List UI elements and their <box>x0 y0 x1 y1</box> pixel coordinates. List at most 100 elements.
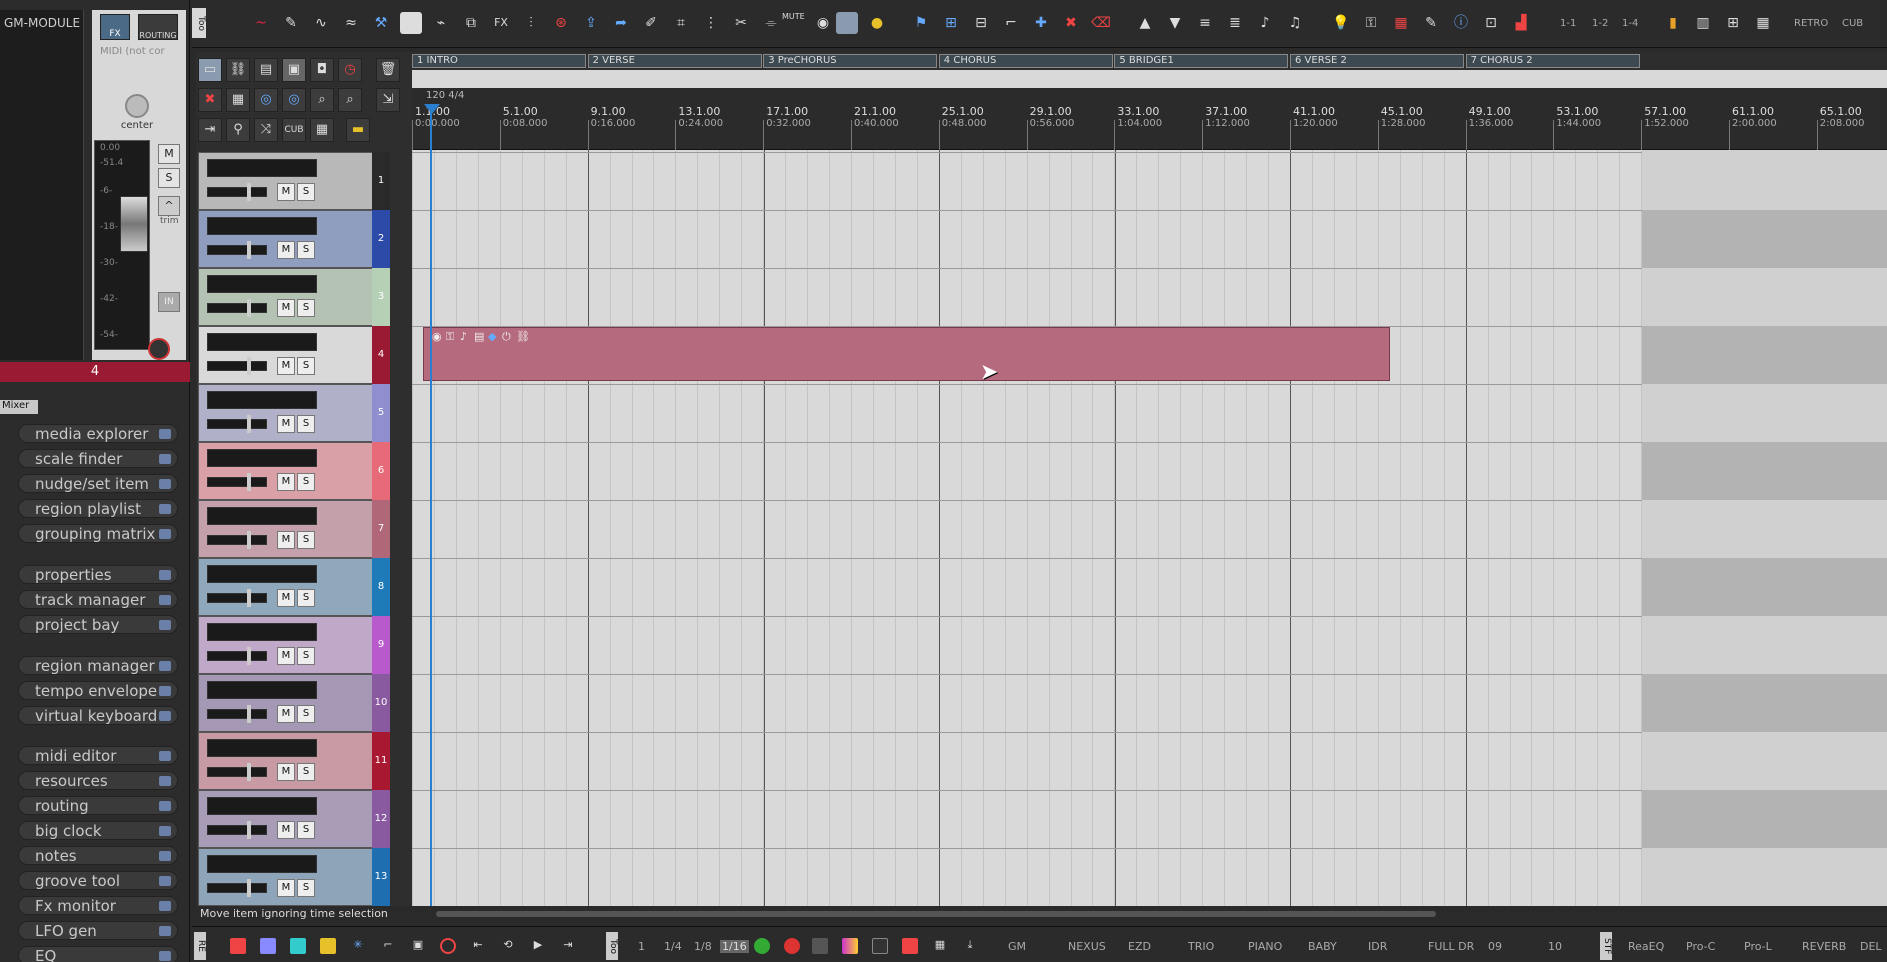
track-header[interactable]: MS <box>198 848 390 906</box>
track-volume-slider[interactable] <box>207 303 267 313</box>
curve-icon[interactable]: ⌐ <box>380 938 396 954</box>
yellow-square-icon[interactable] <box>320 938 336 954</box>
track-solo-button[interactable]: S <box>297 183 315 201</box>
plugin-button[interactable]: DEL <box>1860 940 1882 953</box>
track-mute-button[interactable]: M <box>277 705 295 723</box>
track-name-field[interactable] <box>207 217 317 235</box>
track-solo-button[interactable]: S <box>297 647 315 665</box>
brush-icon[interactable]: ⌯ <box>760 12 782 34</box>
track-header[interactable]: MS <box>198 732 390 790</box>
track-mute-button[interactable]: M <box>277 241 295 259</box>
track-header[interactable]: MS <box>198 326 390 384</box>
track-volume-handle[interactable] <box>247 241 251 259</box>
target-icon[interactable]: ◎ <box>254 88 278 112</box>
blank-tool-icon[interactable] <box>400 12 422 34</box>
remove-marker-icon[interactable]: ✖ <box>1060 12 1082 34</box>
track-mute-button[interactable]: M <box>277 473 295 491</box>
track-solo-button[interactable]: S <box>297 589 315 607</box>
track-volume-handle[interactable] <box>247 763 251 781</box>
dock-item[interactable]: region manager <box>18 656 178 675</box>
gun-icon[interactable]: ⌐ <box>1000 12 1022 34</box>
purple-square-icon[interactable] <box>260 938 276 954</box>
track-volume-slider[interactable] <box>207 535 267 545</box>
track-volume-slider[interactable] <box>207 187 267 197</box>
draw-icon[interactable]: ✐ <box>640 12 662 34</box>
dock-item[interactable]: Fx monitor <box>18 896 178 915</box>
automation-icon[interactable]: ^ <box>158 196 180 216</box>
instrument-button[interactable]: PIANO <box>1248 940 1282 953</box>
track-header[interactable]: MS <box>198 558 390 616</box>
camera-icon[interactable]: ◘ <box>310 58 334 82</box>
track-solo-button[interactable]: S <box>297 763 315 781</box>
dock-item[interactable]: midi editor <box>18 746 178 765</box>
track-volume-slider[interactable] <box>207 825 267 835</box>
info-icon[interactable]: ⓘ <box>1450 12 1472 34</box>
instrument-button[interactable]: TRIO <box>1188 940 1214 953</box>
track-volume-slider[interactable] <box>207 477 267 487</box>
track-header[interactable]: MS <box>198 616 390 674</box>
edit-cursor[interactable] <box>430 108 432 912</box>
track-volume-handle[interactable] <box>247 415 251 433</box>
track-mute-button[interactable]: M <box>277 821 295 839</box>
layout-icon[interactable]: ▤ <box>254 58 278 82</box>
instrument-button[interactable]: GM <box>1008 940 1026 953</box>
track-volume-handle[interactable] <box>247 705 251 723</box>
track-header[interactable]: MS <box>198 674 390 732</box>
dock-item[interactable]: groove tool <box>18 871 178 890</box>
move-icon[interactable]: ⇪ <box>580 12 602 34</box>
play-icon[interactable]: ▶ <box>530 938 546 954</box>
shuffle-icon[interactable]: ⤨ <box>254 118 278 142</box>
instrument-button[interactable]: NEXUS <box>1068 940 1106 953</box>
triangle-up-icon[interactable]: ▲ <box>1134 12 1156 34</box>
grid-1-16-button[interactable]: 1/16 <box>720 940 749 953</box>
track-mute-button[interactable]: M <box>277 879 295 897</box>
track-solo-button[interactable]: S <box>297 879 315 897</box>
fx-chain-icon[interactable]: ⊡ <box>1480 12 1502 34</box>
loop-icon[interactable]: ⟲ <box>500 938 516 954</box>
grid-1-4-button[interactable]: 1/4 <box>664 940 682 953</box>
snap-icon[interactable]: ⊞ <box>940 12 962 34</box>
dock-item[interactable]: virtual keyboard <box>18 706 178 725</box>
cub-button[interactable]: CUB <box>1842 18 1863 29</box>
playhead-marker-icon[interactable] <box>424 104 440 114</box>
item-link-icon[interactable]: ⛓ <box>516 330 530 343</box>
volume-fader-handle[interactable] <box>120 196 148 252</box>
horizontal-scrollbar[interactable] <box>412 906 1887 922</box>
dock-item[interactable]: big clock <box>18 821 178 840</box>
wave-tool-icon[interactable]: ≈ <box>340 12 362 34</box>
grid-view-icon[interactable]: ▦ <box>932 938 948 954</box>
track-header[interactable]: MS <box>198 210 390 268</box>
chart-icon[interactable]: ▟ <box>1510 12 1532 34</box>
folder-icon[interactable]: ▬ <box>346 118 370 142</box>
track-solo-button[interactable]: S <box>297 357 315 375</box>
track-volume-handle[interactable] <box>247 531 251 549</box>
instrument-button[interactable]: EZD <box>1128 940 1151 953</box>
track-header[interactable]: MS <box>198 268 390 326</box>
track-name-field[interactable] <box>207 391 317 409</box>
teal-square-icon[interactable] <box>290 938 306 954</box>
plugin-button[interactable]: REVERB <box>1802 940 1846 953</box>
track-solo-button[interactable]: S <box>297 473 315 491</box>
waveform-tool-icon[interactable]: ~ <box>250 12 272 34</box>
dock-item[interactable]: media explorer <box>18 424 178 443</box>
region-marker[interactable]: 7 CHORUS 2 <box>1465 54 1640 68</box>
grid-1[interactable]: 1 <box>638 940 645 953</box>
region-marker[interactable]: 4 CHORUS <box>938 54 1113 68</box>
track-solo-button[interactable]: S <box>297 531 315 549</box>
track-header[interactable]: MS <box>198 500 390 558</box>
dock-item[interactable]: project bay <box>18 615 178 634</box>
tcp-cub-button[interactable]: CUB <box>282 118 306 142</box>
instrument-button[interactable]: BABY <box>1308 940 1337 953</box>
red-square-icon[interactable] <box>230 938 246 954</box>
grid-1-1[interactable]: 1-1 <box>1560 18 1576 29</box>
mute-tool-label[interactable]: MUTE <box>782 12 805 21</box>
dock-item[interactable]: LFO gen <box>18 921 178 940</box>
frame-icon[interactable] <box>872 938 888 954</box>
scissors-icon[interactable]: ✂ <box>730 12 752 34</box>
pen-icon[interactable]: ✎ <box>1420 12 1442 34</box>
track-solo-button[interactable]: S <box>297 415 315 433</box>
marker-icon[interactable]: ⚑ <box>910 12 932 34</box>
track-name-field[interactable] <box>207 565 317 583</box>
green-dot-icon[interactable] <box>754 938 770 954</box>
dock-item[interactable]: tempo envelope <box>18 681 178 700</box>
